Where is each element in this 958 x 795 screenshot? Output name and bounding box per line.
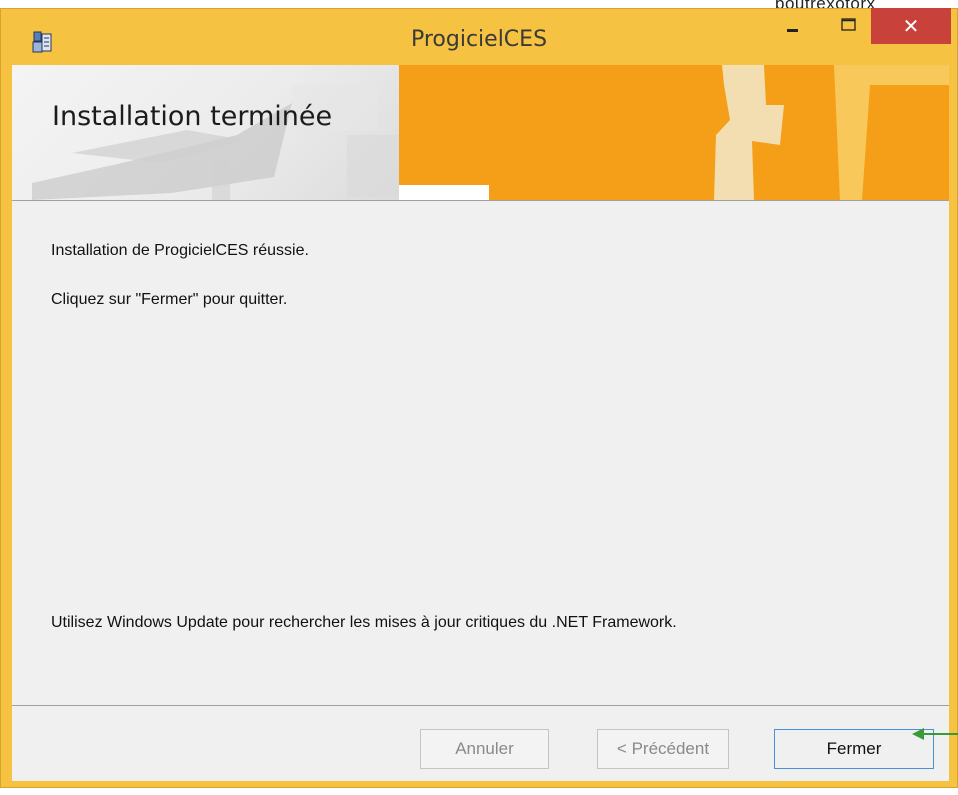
instruction-message: Cliquez sur "Fermer" pour quitter. [51, 291, 288, 308]
wizard-client-area: Installation terminée Installation de Pr… [12, 65, 949, 781]
arrow-left-icon [912, 728, 958, 740]
banner-title: Installation terminée [52, 101, 333, 132]
close-window-button[interactable]: ✕ [871, 8, 951, 44]
title-bar[interactable]: ProgicielCES ✕ [1, 8, 957, 69]
success-message: Installation de ProgicielCES réussie. [51, 242, 309, 259]
maximize-icon [841, 18, 856, 31]
minimize-icon [787, 29, 798, 32]
header-divider [12, 200, 949, 201]
minimize-button[interactable] [773, 8, 813, 42]
maximize-button[interactable] [829, 8, 869, 42]
back-button[interactable]: < Précédent [597, 729, 729, 769]
header-banner: Installation terminée [12, 65, 949, 200]
banner-graphic [32, 65, 949, 200]
close-icon: ✕ [902, 14, 920, 38]
update-note: Utilisez Windows Update pour rechercher … [51, 614, 677, 631]
close-button[interactable]: Fermer [774, 729, 934, 769]
installer-window: ProgicielCES ✕ Installation terminée Ins… [0, 8, 958, 788]
window-title: ProgicielCES [410, 27, 548, 52]
cancel-button[interactable]: Annuler [420, 729, 549, 769]
footer-divider [12, 705, 949, 706]
